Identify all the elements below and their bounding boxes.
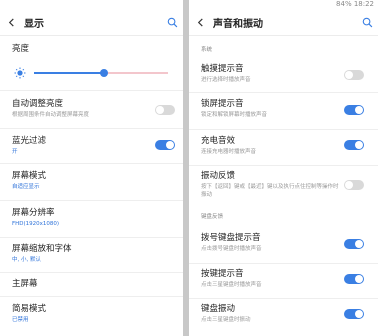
item-subtitle: FHD(1920x1080)	[12, 221, 60, 227]
screen-resolution-item[interactable]: 屏幕分辨率 FHD(1920x1080)	[0, 202, 183, 236]
item-subtitle: 开	[12, 149, 18, 155]
divider	[189, 298, 378, 299]
item-subtitle: 点击三星键盘时播放声音	[201, 282, 262, 288]
divider	[0, 128, 183, 129]
auto-brightness-toggle[interactable]	[155, 105, 175, 115]
item-subtitle: 根据周围条件自动调整屏幕亮度	[12, 112, 90, 118]
app-bar: 声音和振动	[189, 10, 378, 36]
divider	[189, 129, 378, 130]
search-button[interactable]	[356, 10, 378, 36]
section-header-keyboard: 键盘反馈	[201, 214, 224, 220]
blue-light-filter-toggle[interactable]	[155, 140, 175, 150]
item-title: 自动调整亮度	[12, 99, 64, 109]
display-settings-screen: 显示 亮度 自动调整亮度 根据周围条件自动调整屏幕亮度 蓝光过滤 开 屏幕模式 …	[0, 0, 183, 336]
charging-sound-item[interactable]: 充电音效 连接充电器时播放声音	[189, 131, 378, 163]
search-icon	[167, 17, 177, 28]
item-title: 振动反馈	[201, 171, 236, 181]
zoom-and-font-item[interactable]: 屏幕缩放和字体 中, 小, 默认	[0, 239, 183, 273]
item-title: 按键提示音	[201, 269, 244, 279]
item-title: 主屏幕	[12, 279, 38, 289]
item-subtitle: 已禁用	[12, 317, 29, 323]
brightness-slider-track[interactable]	[103, 72, 168, 74]
brightness-label: 亮度	[12, 44, 30, 54]
easy-mode-item[interactable]: 简易模式 已禁用	[0, 298, 183, 332]
item-title: 屏幕分辨率	[12, 208, 55, 218]
divider	[189, 92, 378, 93]
auto-brightness-item[interactable]: 自动调整亮度 根据周围条件自动调整屏幕亮度	[0, 93, 183, 127]
item-subtitle: 点击拨号键盘时播放声音	[201, 246, 262, 252]
key-sound-item[interactable]: 按键提示音 点击三星键盘时播放声音	[189, 265, 378, 297]
item-title: 简易模式	[12, 304, 47, 314]
key-sound-toggle[interactable]	[344, 274, 364, 284]
item-subtitle: 进行选择时播放声音	[201, 77, 251, 83]
status-bar	[0, 0, 183, 10]
status-bar: 84% 18:22	[189, 0, 378, 10]
item-title: 屏幕缩放和字体	[12, 244, 72, 254]
lock-sound-item[interactable]: 锁屏提示音 锁定和解锁屏幕时播放声音	[189, 94, 378, 128]
back-button[interactable]	[0, 10, 22, 36]
page-title: 显示	[24, 19, 44, 30]
vibration-feedback-item[interactable]: 振动反馈 按下【返回】键或【最近】键以及执行点住控制等操作时振动	[189, 167, 378, 207]
dialpad-sound-toggle[interactable]	[344, 239, 364, 249]
item-subtitle: 点击三星键盘时振动	[201, 317, 251, 323]
lock-sound-toggle[interactable]	[344, 105, 364, 115]
divider	[0, 296, 183, 297]
divider	[0, 90, 183, 91]
home-screen-item[interactable]: 主屏幕	[0, 274, 183, 296]
touch-sound-item[interactable]: 触摸提示音 进行选择时播放声音	[189, 58, 378, 90]
divider	[0, 200, 183, 201]
item-title: 触摸提示音	[201, 64, 244, 74]
item-subtitle: 锁定和解锁屏幕时播放声音	[201, 112, 268, 118]
blue-light-filter-item[interactable]: 蓝光过滤 开	[0, 130, 183, 162]
item-subtitle: 自适应显示	[12, 184, 40, 190]
brightness-sun-icon	[14, 67, 26, 79]
item-subtitle: 按下【返回】键或【最近】键以及执行点住控制等操作时振动	[201, 184, 339, 198]
page-title: 声音和振动	[213, 19, 263, 30]
item-title: 屏幕模式	[12, 171, 47, 181]
brightness-slider-thumb[interactable]	[99, 69, 108, 77]
status-battery-time: 84% 18:22	[336, 0, 374, 8]
item-subtitle: 中, 小, 默认	[12, 257, 41, 263]
vibration-feedback-toggle[interactable]	[344, 180, 364, 190]
item-title: 键盘振动	[201, 304, 236, 314]
search-button[interactable]	[161, 10, 183, 36]
back-button[interactable]	[189, 10, 211, 36]
divider	[0, 163, 183, 164]
back-arrow-icon	[197, 18, 203, 27]
item-title: 充电音效	[201, 136, 236, 146]
dialpad-sound-item[interactable]: 拨号键盘提示音 点击拨号键盘时播放声音	[189, 228, 378, 262]
screen-mode-item[interactable]: 屏幕模式 自适应显示	[0, 165, 183, 199]
search-icon	[362, 17, 372, 28]
item-title: 锁屏提示音	[201, 99, 244, 109]
keyboard-vibration-item[interactable]: 键盘振动 点击三星键盘时振动	[189, 300, 378, 334]
divider	[0, 237, 183, 238]
keyboard-vibration-toggle[interactable]	[344, 309, 364, 319]
item-title: 拨号键盘提示音	[201, 233, 261, 243]
section-header-system: 系统	[201, 47, 213, 53]
touch-sound-toggle[interactable]	[344, 70, 364, 80]
app-bar: 显示	[0, 10, 183, 36]
charging-sound-toggle[interactable]	[344, 140, 364, 150]
brightness-slider-fill	[34, 72, 104, 74]
sound-vibration-screen: 84% 18:22 声音和振动 系统 触摸提示音 进行选择时播放声音 锁屏提示音…	[189, 0, 378, 336]
divider	[189, 263, 378, 264]
item-subtitle: 连接充电器时播放声音	[201, 149, 257, 155]
divider	[189, 165, 378, 166]
divider	[0, 272, 183, 273]
item-title: 蓝光过滤	[12, 136, 47, 146]
back-arrow-icon	[8, 18, 14, 27]
